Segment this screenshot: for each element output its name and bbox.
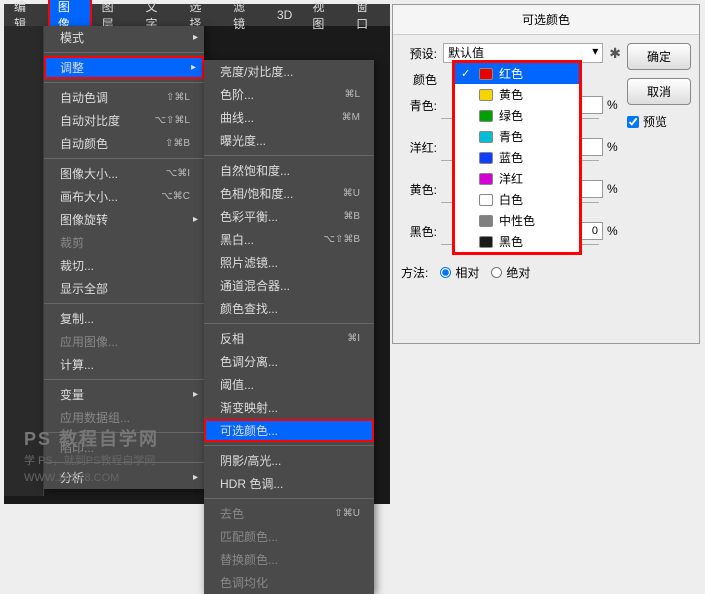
photoshop-window: 编辑图像图层文字选择滤镜3D视图窗口 模式调整自动色调⇧⌘L自动对比度⌥⇧⌘L自… bbox=[4, 4, 390, 504]
method-absolute-radio[interactable]: 绝对 bbox=[491, 264, 530, 281]
submenu-item: 匹配颜色... bbox=[204, 525, 374, 548]
color-swatch bbox=[479, 89, 493, 101]
menu-item: 裁剪 bbox=[44, 231, 204, 254]
slider-label: 洋红: bbox=[401, 139, 437, 156]
color-option[interactable]: 洋红 bbox=[455, 168, 579, 189]
submenu-item[interactable]: 照片滤镜... bbox=[204, 251, 374, 274]
submenu-item: 替换颜色... bbox=[204, 548, 374, 571]
watermark-subtitle: 学 PS，就到PS教程自学网 bbox=[24, 453, 159, 470]
watermark-url: WWW.16XX8.COM bbox=[24, 470, 159, 487]
color-option[interactable]: 青色 bbox=[455, 126, 579, 147]
slider-label: 黑色: bbox=[401, 223, 437, 240]
color-option[interactable]: ✓红色 bbox=[455, 63, 579, 84]
submenu-item[interactable]: 黑白...⌥⇧⌘B bbox=[204, 228, 374, 251]
slider-label: 青色: bbox=[401, 97, 437, 114]
cancel-button[interactable]: 取消 bbox=[627, 78, 691, 105]
color-swatch bbox=[479, 215, 493, 227]
color-swatch bbox=[479, 173, 493, 185]
color-option[interactable]: 蓝色 bbox=[455, 147, 579, 168]
submenu-item[interactable]: 亮度/对比度... bbox=[204, 60, 374, 83]
color-option[interactable]: 中性色 bbox=[455, 210, 579, 231]
submenu-item[interactable]: 色相/饱和度...⌘U bbox=[204, 182, 374, 205]
menu-item[interactable]: 图像大小...⌥⌘I bbox=[44, 162, 204, 185]
color-dropdown[interactable]: ✓红色黄色绿色青色蓝色洋红白色中性色黑色 bbox=[452, 60, 582, 255]
menu-item[interactable]: 计算... bbox=[44, 353, 204, 376]
menu-item-窗口[interactable]: 窗口 bbox=[346, 0, 390, 35]
menu-item[interactable]: 自动对比度⌥⇧⌘L bbox=[44, 109, 204, 132]
menu-item[interactable]: 图像旋转 bbox=[44, 208, 204, 231]
preset-gear-icon[interactable]: ✱ bbox=[609, 45, 621, 62]
submenu-item[interactable]: 自然饱和度... bbox=[204, 159, 374, 182]
percent-label: % bbox=[607, 224, 621, 238]
menu-item: 应用图像... bbox=[44, 330, 204, 353]
color-swatch bbox=[479, 152, 493, 164]
color-label: 颜色 bbox=[401, 71, 437, 88]
submenu-item[interactable]: 曝光度... bbox=[204, 129, 374, 152]
color-swatch bbox=[479, 110, 493, 122]
method-label: 方法: bbox=[401, 264, 428, 281]
percent-label: % bbox=[607, 98, 621, 112]
submenu-item[interactable]: 色彩平衡...⌘B bbox=[204, 205, 374, 228]
color-swatch bbox=[479, 236, 493, 248]
color-swatch bbox=[479, 194, 493, 206]
color-option[interactable]: 白色 bbox=[455, 189, 579, 210]
percent-label: % bbox=[607, 182, 621, 196]
submenu-item[interactable]: 颜色查找... bbox=[204, 297, 374, 320]
submenu-item[interactable]: 色阶...⌘L bbox=[204, 83, 374, 106]
color-option[interactable]: 黄色 bbox=[455, 84, 579, 105]
adjustments-submenu[interactable]: 亮度/对比度...色阶...⌘L曲线...⌘M曝光度... 自然饱和度...色相/… bbox=[204, 60, 374, 594]
menu-item-3D[interactable]: 3D bbox=[267, 5, 302, 25]
submenu-item[interactable]: 渐变映射... bbox=[204, 396, 374, 419]
submenu-item[interactable]: HDR 色调... bbox=[204, 472, 374, 495]
menu-item[interactable]: 变量 bbox=[44, 383, 204, 406]
menubar: 编辑图像图层文字选择滤镜3D视图窗口 bbox=[4, 4, 390, 26]
menu-item[interactable]: 裁切... bbox=[44, 254, 204, 277]
menu-item[interactable]: 显示全部 bbox=[44, 277, 204, 300]
menu-item[interactable]: 画布大小...⌥⌘C bbox=[44, 185, 204, 208]
submenu-item[interactable]: 阈值... bbox=[204, 373, 374, 396]
preset-label: 预设: bbox=[401, 45, 437, 62]
menu-item-视图[interactable]: 视图 bbox=[302, 0, 346, 35]
watermark-title: PS 教程自学网 bbox=[24, 426, 159, 453]
menu-item-滤镜[interactable]: 滤镜 bbox=[223, 0, 267, 35]
slider-label: 黄色: bbox=[401, 181, 437, 198]
ok-button[interactable]: 确定 bbox=[627, 43, 691, 70]
color-option[interactable]: 黑色 bbox=[455, 231, 579, 252]
submenu-item[interactable]: 阴影/高光... bbox=[204, 449, 374, 472]
percent-label: % bbox=[607, 140, 621, 154]
menu-item[interactable]: 自动色调⇧⌘L bbox=[44, 86, 204, 109]
method-relative-radio[interactable]: 相对 bbox=[440, 264, 479, 281]
submenu-item[interactable]: 曲线...⌘M bbox=[204, 106, 374, 129]
menu-item[interactable]: 模式 bbox=[44, 26, 204, 49]
menu-item[interactable]: 复制... bbox=[44, 307, 204, 330]
submenu-item[interactable]: 反相⌘I bbox=[204, 327, 374, 350]
image-menu[interactable]: 模式调整自动色调⇧⌘L自动对比度⌥⇧⌘L自动颜色⇧⌘B 图像大小...⌥⌘I画布大… bbox=[44, 26, 204, 489]
submenu-item[interactable]: 可选颜色... bbox=[204, 419, 374, 442]
color-option[interactable]: 绿色 bbox=[455, 105, 579, 126]
color-swatch bbox=[479, 131, 493, 143]
submenu-item: 色调均化 bbox=[204, 571, 374, 594]
color-swatch bbox=[479, 68, 493, 80]
submenu-item[interactable]: 色调分离... bbox=[204, 350, 374, 373]
preview-checkbox[interactable]: 预览 bbox=[627, 113, 691, 130]
submenu-item: 去色⇧⌘U bbox=[204, 502, 374, 525]
dialog-title: 可选颜色 bbox=[393, 5, 699, 35]
submenu-item[interactable]: 通道混合器... bbox=[204, 274, 374, 297]
watermark: PS 教程自学网 学 PS，就到PS教程自学网 WWW.16XX8.COM bbox=[24, 426, 159, 486]
menu-item[interactable]: 自动颜色⇧⌘B bbox=[44, 132, 204, 155]
menu-item[interactable]: 调整 bbox=[44, 56, 204, 79]
